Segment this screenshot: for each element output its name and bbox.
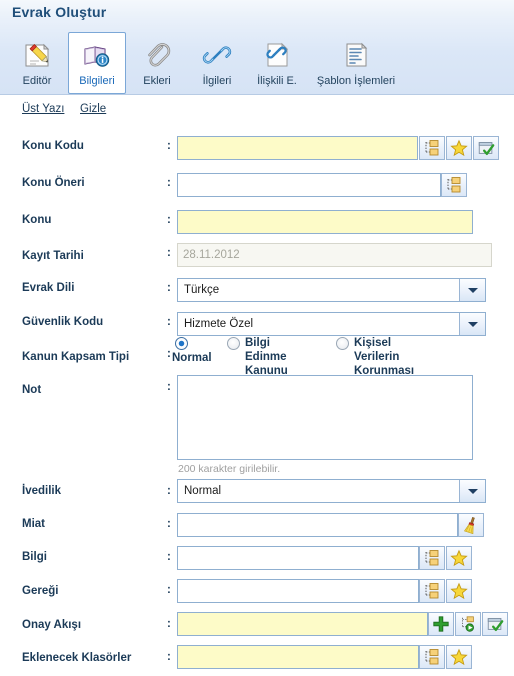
radio-label: Bilgi Edinme Kanunu [245, 337, 288, 377]
label-bilgi: Bilgi [22, 551, 47, 563]
link-gizle[interactable]: Gizle [80, 103, 106, 115]
eklenecek-klasorler-browse-button[interactable] [419, 645, 445, 669]
tab-label: Bilgileri [79, 75, 115, 87]
colon: : [167, 214, 171, 226]
tab-label: Şablon İşlemleri [316, 75, 396, 87]
tab-label: İlgileri [202, 75, 232, 87]
konu-kodu-favorite-button[interactable] [446, 136, 472, 160]
colon: : [167, 584, 171, 596]
radio-dot[interactable] [336, 337, 349, 350]
label-eklenecek-klasorler: Eklenecek Klasörler [22, 652, 132, 664]
tab-sablon-islemleri[interactable]: Şablon İşlemleri [308, 32, 404, 94]
bilgi-favorite-button[interactable] [446, 546, 472, 570]
input-geregi[interactable] [177, 579, 419, 603]
input-miat[interactable] [177, 513, 458, 537]
input-kayit-tarihi [177, 243, 492, 267]
label-kayit-tarihi: Kayıt Tarihi [22, 250, 84, 262]
label-konu-oneri: Konu Öneri [22, 177, 85, 189]
tab-ekleri[interactable]: Ekleri [128, 32, 186, 94]
input-eklenecek-klasorler[interactable] [177, 645, 419, 669]
colon: : [167, 282, 171, 294]
tab-bilgileri[interactable]: Bilgileri [68, 32, 126, 94]
tab-label: Ekleri [143, 75, 171, 87]
input-bilgi[interactable] [177, 546, 419, 570]
radio-dot[interactable] [227, 337, 240, 350]
colon: : [167, 518, 171, 530]
label-guvenlik-kodu: Güvenlik Kodu [22, 316, 104, 328]
label-not: Not [22, 384, 42, 396]
tab-ilgileri[interactable]: İlgileri [188, 32, 246, 94]
select-ivedilik[interactable]: Normal [177, 479, 486, 503]
template-lines-icon [340, 39, 372, 71]
colon: : [167, 140, 171, 152]
tab-label: İlişkili E. [257, 75, 297, 87]
input-konu[interactable] [177, 210, 473, 234]
label-konu: Konu [22, 214, 52, 226]
textarea-not[interactable] [177, 375, 473, 460]
chain-link-icon [201, 39, 233, 71]
chevron-down-icon[interactable] [459, 313, 485, 335]
link-ust-yazi[interactable]: Üst Yazı [22, 103, 64, 115]
tab-editor[interactable]: Editör [8, 32, 66, 94]
window-header: Evrak Oluştur Editör Bilgileri Ekleri İl… [0, 0, 514, 95]
input-konu-kodu[interactable] [177, 136, 418, 160]
onay-akisi-flow-button[interactable] [455, 612, 481, 636]
colon: : [167, 651, 171, 663]
colon: : [167, 551, 171, 563]
label-evrak-dili: Evrak Dili [22, 282, 75, 294]
chevron-down-icon[interactable] [459, 279, 485, 301]
label-ivedilik: İvedilik [22, 485, 61, 497]
radio-dot[interactable] [175, 337, 188, 350]
eklenecek-klasorler-favorite-button[interactable] [446, 645, 472, 669]
tab-strip: Editör Bilgileri Ekleri İlgileri İlişkil… [8, 24, 406, 94]
colon: : [167, 316, 171, 328]
label-onay-akisi: Onay Akışı [22, 619, 82, 631]
label-miat: Miat [22, 518, 45, 530]
tab-iliskili-evrak[interactable]: İlişkili E. [248, 32, 306, 94]
page-title: Evrak Oluştur [12, 4, 107, 20]
select-guvenlik-kodu-value: Hizmete Özel [184, 318, 254, 330]
onay-akisi-approve-button[interactable] [482, 612, 508, 636]
chevron-down-icon[interactable] [459, 480, 485, 502]
colon: : [167, 177, 171, 189]
select-guvenlik-kodu[interactable]: Hizmete Özel [177, 312, 486, 336]
colon: : [167, 247, 171, 259]
label-konu-kodu: Konu Kodu [22, 140, 84, 152]
quick-link-row: Üst Yazı Gizle [0, 100, 514, 122]
select-evrak-dili[interactable]: Türkçe [177, 278, 486, 302]
konu-kodu-approve-button[interactable] [473, 136, 499, 160]
evrak-olustur-window: Evrak Oluştur Editör Bilgileri Ekleri İl… [0, 0, 514, 676]
label-kanun-kapsam-tipi: Kanun Kapsam Tipi [22, 351, 130, 363]
input-konu-oneri[interactable] [177, 173, 441, 197]
select-ivedilik-value: Normal [184, 485, 222, 497]
onay-akisi-add-button[interactable] [428, 612, 454, 636]
editor-pencil-icon [21, 39, 53, 71]
radio-label: Normal [172, 352, 212, 364]
colon: : [167, 618, 171, 630]
input-onay-akisi[interactable] [177, 612, 428, 636]
paperclip-icon [141, 39, 173, 71]
colon: : [167, 348, 171, 360]
colon: : [167, 381, 171, 393]
book-info-icon [81, 39, 113, 71]
bilgi-browse-button[interactable] [419, 546, 445, 570]
label-geregi: Gereği [22, 585, 59, 597]
konu-kodu-browse-button[interactable] [419, 136, 445, 160]
tab-label: Editör [22, 75, 52, 87]
geregi-favorite-button[interactable] [446, 579, 472, 603]
select-evrak-dili-value: Türkçe [184, 284, 220, 296]
colon: : [167, 485, 171, 497]
konu-oneri-browse-button[interactable] [441, 173, 467, 197]
linked-document-icon [261, 39, 293, 71]
geregi-browse-button[interactable] [419, 579, 445, 603]
miat-clear-broom-button[interactable] [458, 513, 484, 537]
not-character-hint: 200 karakter girilebilir. [178, 463, 281, 475]
